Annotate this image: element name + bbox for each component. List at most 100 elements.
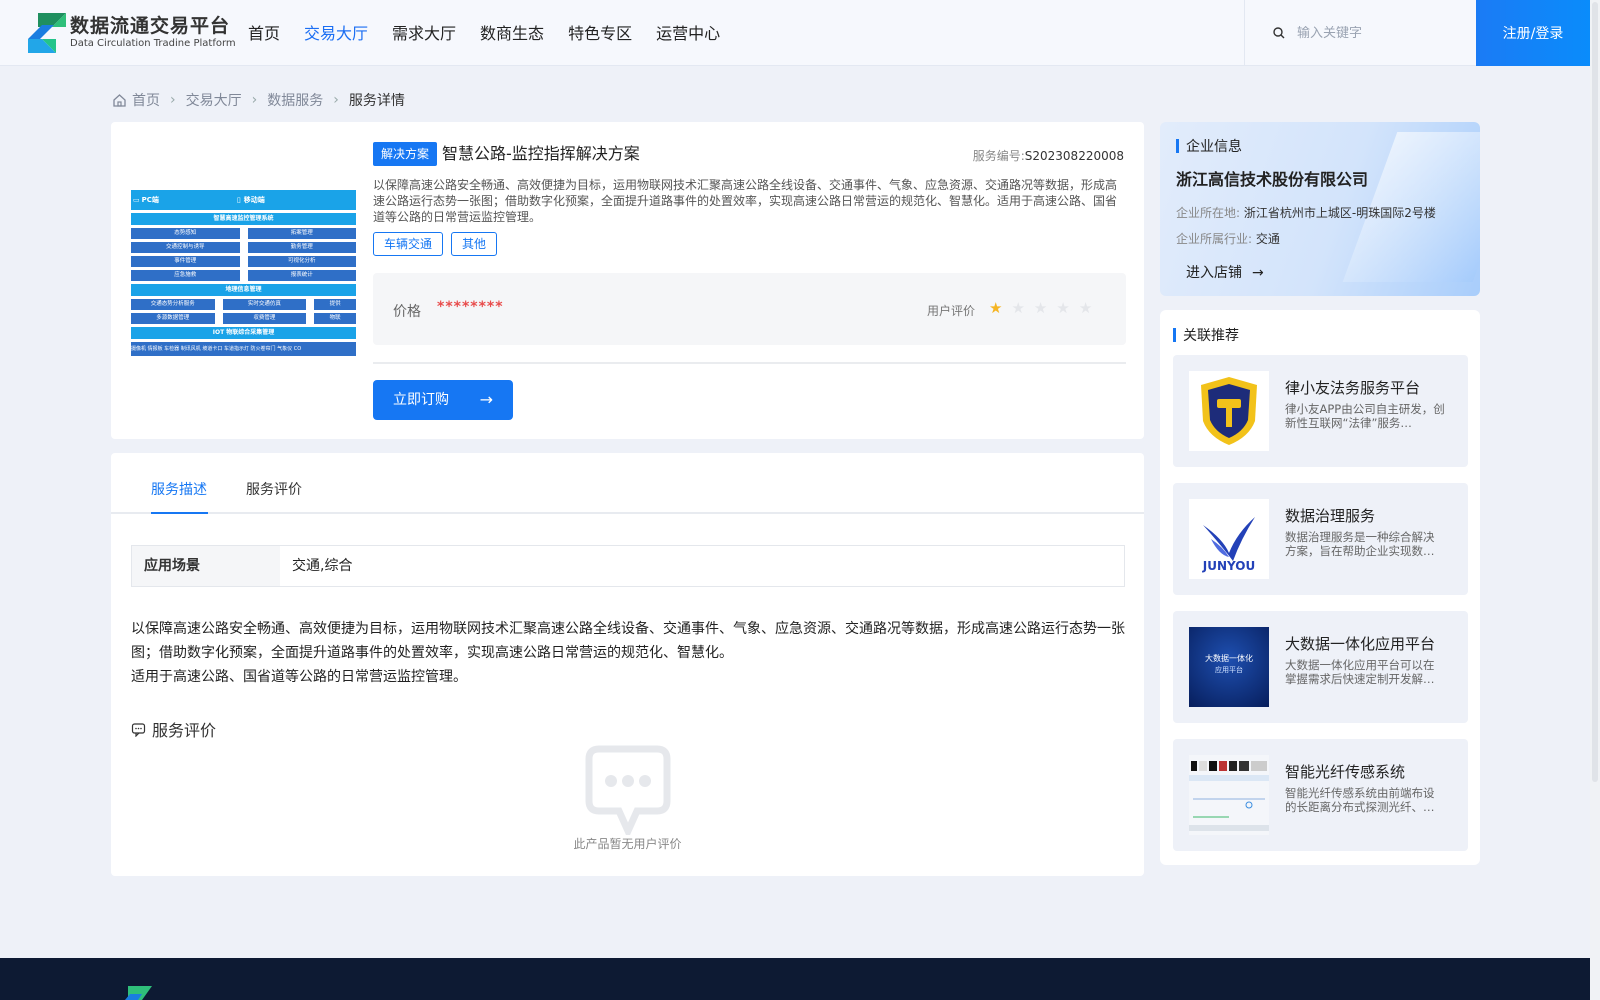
star-icon[interactable]: ★ (1056, 299, 1069, 317)
bigdata-image-text: 大数据一体化 (1205, 654, 1253, 663)
company-location-label: 企业所在地: (1176, 206, 1241, 220)
breadcrumb: 首页 › 交易大厅 › 数据服务 › 服务详情 (112, 90, 405, 110)
related-item[interactable]: 律小友法务服务平台 律小友APP由公司自主研发，创新性互联网“法律”服务… (1173, 355, 1468, 467)
service-number-label: 服务编号: (972, 149, 1025, 163)
arrow-right-icon: → (479, 390, 493, 409)
page-scrollbar[interactable] (1590, 0, 1600, 1000)
detail-tabs: 服务描述 服务评价 (111, 453, 1144, 514)
footer-logo-icon (120, 986, 156, 1000)
search-icon[interactable] (1273, 24, 1285, 43)
top-header: 数据流通交易平台 Data Circulation Tradine Platfo… (0, 0, 1590, 66)
image-cell: 収费管理 (222, 313, 307, 324)
review-section-title: 服务评价 (152, 721, 217, 740)
price-value: ******** (437, 299, 504, 315)
order-now-button[interactable]: 立即订购 → (373, 380, 513, 420)
star-icon[interactable]: ★ (1079, 299, 1092, 317)
logo-mark-icon (28, 13, 66, 53)
rating-stars: ★ ★ ★ ★ ★ (989, 299, 1092, 317)
star-icon[interactable]: ★ (989, 299, 1002, 317)
image-cell: 交通控制与诱导 (131, 242, 240, 253)
image-tab-pc: PC端 (141, 196, 159, 204)
bigdata-image-text: 应用平台 (1215, 666, 1243, 674)
breadcrumb-data-service[interactable]: 数据服务 (267, 90, 323, 110)
image-cell: 态势感知 (131, 228, 240, 239)
image-tab-mobile: 移动端 (243, 196, 265, 204)
company-info-card: 企业信息 浙江高信技术股份有限公司 企业所在地: 浙江省杭州市上城区-明珠国际2… (1160, 122, 1480, 296)
product-title: 智慧公路-监控指挥解决方案 (442, 144, 640, 163)
login-register-button[interactable]: 注册/登录 (1476, 0, 1590, 66)
enter-shop-link[interactable]: 进入店铺 → (1186, 262, 1264, 282)
company-location-value: 浙江省杭州市上城区-明珠国际2号楼 (1243, 206, 1436, 220)
tab-service-description[interactable]: 服务描述 (151, 479, 207, 499)
search-box (1244, 0, 1476, 66)
order-now-label: 立即订购 (393, 392, 449, 408)
related-item-title: 大数据一体化应用平台 (1285, 635, 1436, 653)
related-item[interactable]: JUNYOU 数据治理服务 数据治理服务是一种综合解决方案，旨在帮助企业实现数… (1173, 483, 1468, 595)
image-cell: 应急施救 (131, 270, 240, 281)
price-box: 价格 ******** 用户评价 ★ ★ ★ ★ ★ (373, 273, 1126, 345)
enter-shop-label: 进入店铺 (1186, 265, 1242, 281)
breadcrumb-home[interactable]: 首页 (132, 90, 160, 110)
image-cell: 物联 (314, 313, 356, 324)
search-input[interactable] (1297, 25, 1457, 41)
chip-other[interactable]: 其他 (451, 232, 498, 256)
star-icon[interactable]: ★ (1011, 299, 1024, 317)
empty-comment-icon (585, 745, 671, 840)
category-tag: 解决方案 (373, 142, 438, 166)
main-nav: 首页 交易大厅 需求大厅 数商生态 特色专区 运营中心 (248, 0, 744, 66)
nav-operation-center[interactable]: 运营中心 (656, 0, 720, 66)
company-industry-value: 交通 (1255, 232, 1280, 246)
junyou-logo-icon: JUNYOU (1189, 499, 1269, 579)
price-label: 价格 (393, 304, 421, 320)
service-detail-card: 服务描述 服务评价 应用场景 交通,综合 以保障高速公路安全畅通、高效便捷为目标… (111, 453, 1144, 876)
service-number-value: S202308220008 (1024, 149, 1124, 163)
related-item-title: 数据治理服务 (1285, 507, 1376, 525)
related-section-header: 关联推荐 (1173, 325, 1239, 345)
bigdata-platform-image: 大数据一体化 应用平台 (1189, 627, 1269, 707)
related-item-title: 律小友法务服务平台 (1285, 379, 1421, 397)
site-logo[interactable]: 数据流通交易平台 Data Circulation Tradine Platfo… (28, 13, 236, 53)
image-cell: 多源数据管理 (131, 313, 215, 324)
scene-value: 交通,综合 (292, 558, 353, 574)
home-icon[interactable] (112, 93, 127, 108)
arrow-right-icon: → (1252, 265, 1264, 281)
image-cell: 交通态势分析服务 (131, 299, 215, 310)
related-item-desc: 大数据一体化应用平台可以在掌握需求后快速定制开发解… (1285, 658, 1435, 686)
breadcrumb-trading-hall[interactable]: 交易大厅 (186, 90, 242, 110)
chip-vehicle-traffic[interactable]: 车辆交通 (373, 232, 444, 256)
nav-demand-hall[interactable]: 需求大厅 (392, 0, 456, 66)
application-scene-table: 应用场景 交通,综合 (131, 545, 1125, 587)
nav-ecosystem[interactable]: 数商生态 (480, 0, 544, 66)
image-cell: 实时交通仿真 (222, 299, 307, 310)
pc-icon: ▭ (133, 196, 140, 204)
empty-review-text: 此产品暂无用户评价 (573, 837, 682, 851)
law-shield-icon (1189, 371, 1269, 451)
fiber-sensing-screenshot (1189, 755, 1269, 835)
scene-key: 应用场景 (132, 546, 280, 586)
scrollbar-thumb[interactable] (1592, 2, 1598, 782)
product-description: 以保障高速公路安全畅通、高效便捷为目标，运用物联网技术汇聚高速公路全线设备、交通… (373, 178, 1118, 224)
junyou-logo-text: JUNYOU (1202, 559, 1256, 573)
related-item-desc: 智能光纤传感系统由前端布设的长距离分布式探测光纤、… (1285, 786, 1435, 814)
star-icon[interactable]: ★ (1034, 299, 1047, 317)
product-image: ▭ PC端 ▯ 移动端 智慧高速监控管理系统 态势感知 拓案管理 交通控制与诱导勤… (131, 190, 356, 363)
related-section-title: 关联推荐 (1183, 328, 1239, 344)
mobile-icon: ▯ (236, 196, 241, 204)
nav-special-zone[interactable]: 特色专区 (568, 0, 632, 66)
comment-icon (131, 722, 146, 737)
image-cell: 提供 (314, 299, 356, 310)
company-section-title: 企业信息 (1186, 139, 1242, 155)
related-item[interactable]: 智能光纤传感系统 智能光纤传感系统由前端布设的长距离分布式探测光纤、… (1173, 739, 1468, 851)
related-item[interactable]: 大数据一体化 应用平台 大数据一体化应用平台 大数据一体化应用平台可以在掌握需求… (1173, 611, 1468, 723)
image-footer-row: 摄像机 情报板 车检器 制讯风机 坡道卡口 车道指示灯 防火卷帘门 气象仪 CO (131, 342, 356, 356)
nav-trading-hall[interactable]: 交易大厅 (304, 0, 368, 66)
nav-home[interactable]: 首页 (248, 0, 280, 66)
company-location: 企业所在地: 浙江省杭州市上城区-明珠国际2号楼 (1176, 204, 1436, 221)
company-industry-label: 企业所属行业: (1176, 232, 1253, 246)
logo-title: 数据流通交易平台 (70, 15, 231, 37)
tab-service-review[interactable]: 服务评价 (246, 479, 302, 499)
company-industry: 企业所属行业: 交通 (1176, 230, 1280, 247)
product-card: ▭ PC端 ▯ 移动端 智慧高速监控管理系统 态势感知 拓案管理 交通控制与诱导勤… (111, 122, 1144, 439)
logo-subtitle: Data Circulation Tradine Platform (70, 38, 236, 49)
related-recommend-card: 关联推荐 律小友法务服务平台 律小友APP由公司自主研发，创新性互联网“法律”服… (1160, 310, 1480, 865)
